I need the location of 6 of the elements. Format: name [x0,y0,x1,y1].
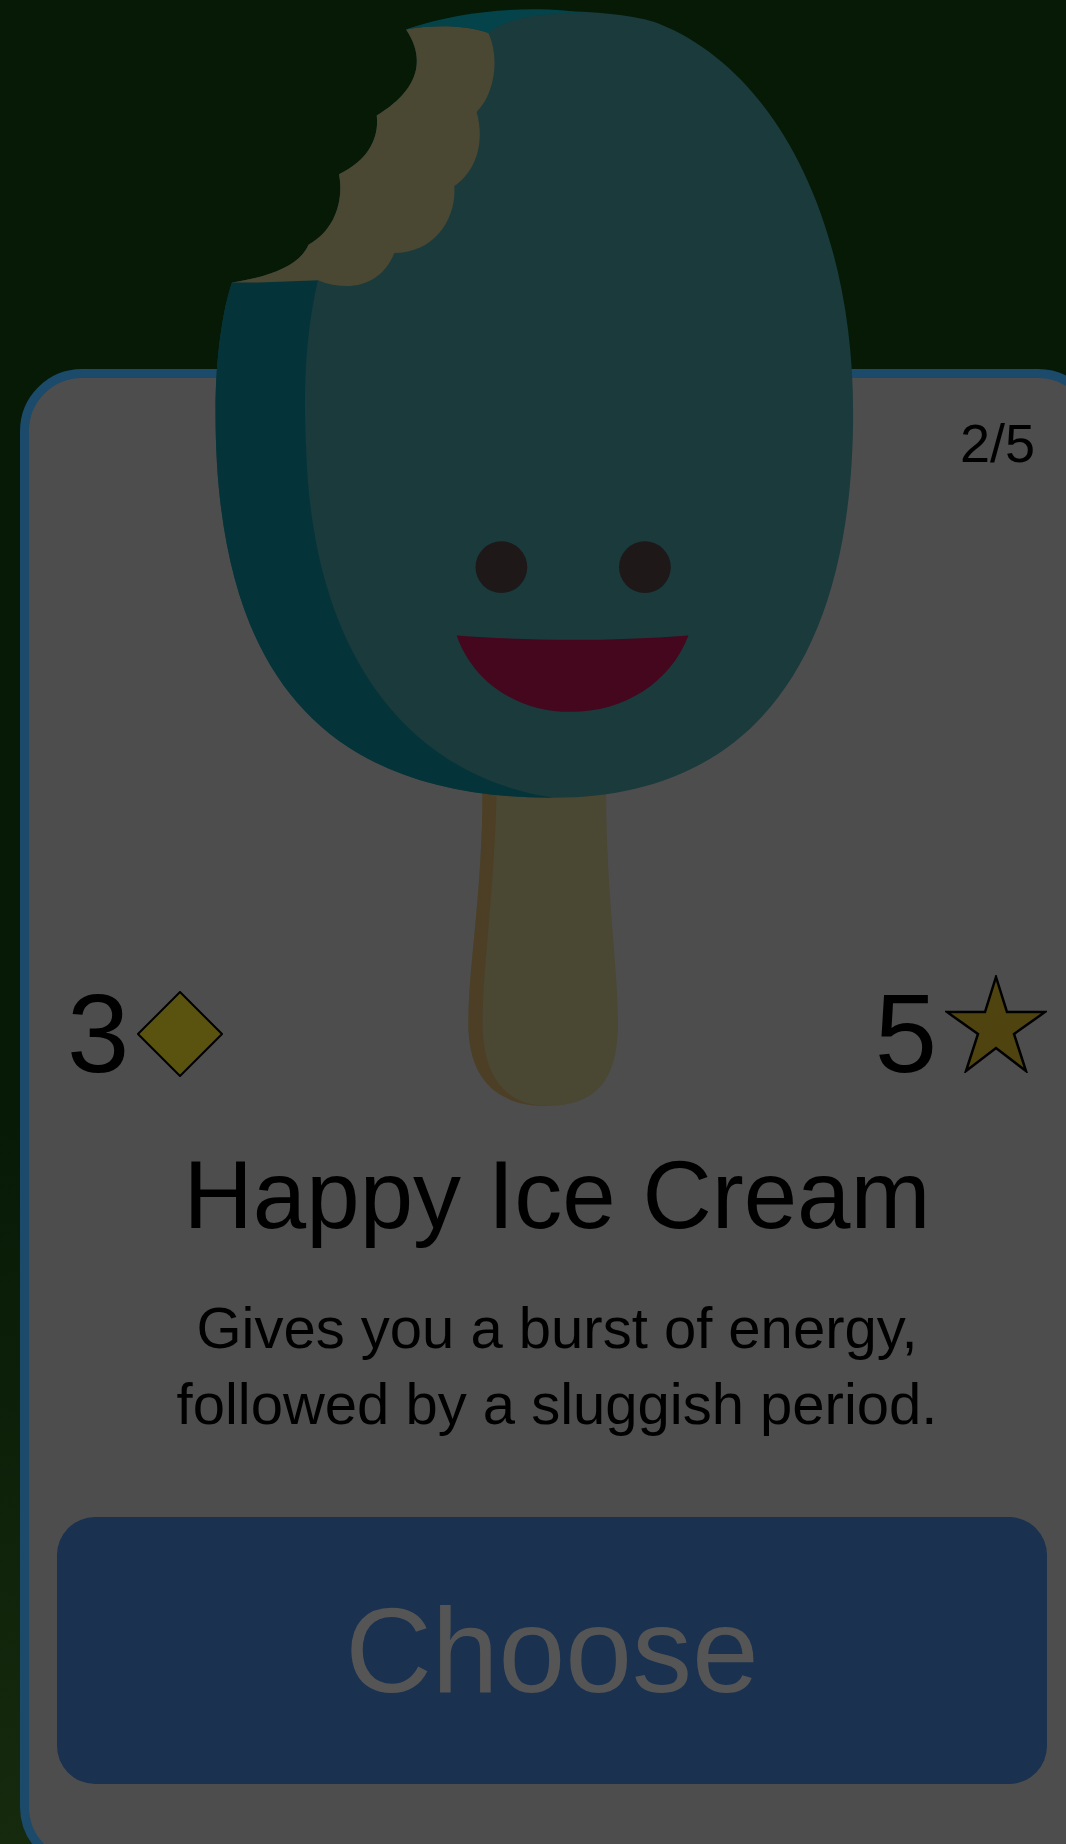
card-description: Gives you a burst of energy, followed by a sluggish period. [175,1293,939,1439]
card-title: Happy Ice Cream [182,1142,932,1248]
cost-value: 3 [67,978,130,1090]
page-counter: 2/5 [959,416,1035,472]
choose-button[interactable]: Choose [57,1516,1047,1784]
rating-value: 5 [874,978,937,1090]
